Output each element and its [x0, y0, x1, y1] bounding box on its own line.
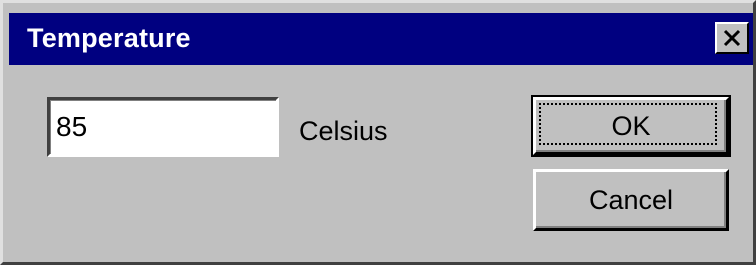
- cancel-button[interactable]: Cancel: [533, 169, 729, 231]
- temperature-input[interactable]: [47, 97, 279, 157]
- temperature-dialog: Temperature Celsius OK Cancel: [0, 0, 756, 265]
- unit-label: Celsius: [299, 116, 388, 146]
- close-button[interactable]: [715, 22, 749, 54]
- dialog-title: Temperature: [27, 23, 191, 53]
- ok-button[interactable]: OK: [533, 97, 729, 155]
- title-bar: Temperature: [9, 13, 753, 65]
- close-icon: [723, 29, 741, 47]
